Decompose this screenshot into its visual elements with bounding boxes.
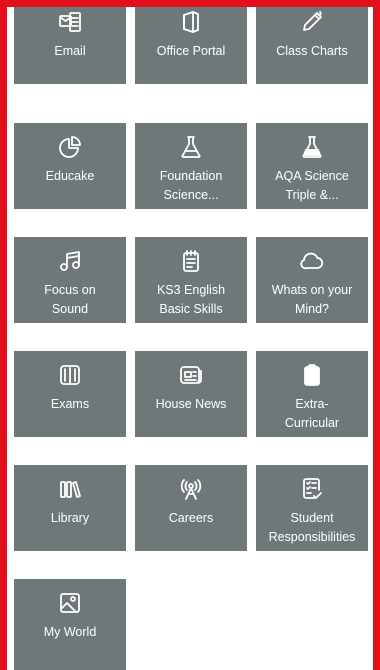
tile-library[interactable]: Library [14, 465, 126, 551]
flask-icon [178, 134, 204, 160]
tile-label: KS3 English Basic Skills [156, 283, 226, 316]
tile-label: Office Portal [156, 44, 226, 58]
checklist-icon [299, 476, 325, 502]
tile-label: Student Responsibilities [268, 511, 356, 544]
office-icon [178, 9, 204, 35]
pen-icon [299, 9, 325, 35]
antenna-icon [178, 476, 204, 502]
email-icon [57, 9, 83, 35]
image-icon [57, 590, 83, 616]
tile-label: Focus on Sound [44, 283, 96, 316]
tile-exams[interactable]: Exams [14, 351, 126, 437]
tile-label: Library [50, 511, 90, 525]
news-icon [178, 362, 204, 388]
tile-label: Educake [45, 169, 95, 183]
tile-whats-on-your-mind[interactable]: Whats on your Mind? [256, 237, 368, 323]
tile-educake[interactable]: Educake [14, 123, 126, 209]
pie-chart-icon [57, 134, 83, 160]
cloud-icon [299, 248, 325, 274]
tile-my-world[interactable]: My World [14, 579, 126, 670]
music-note-icon [57, 248, 83, 274]
tile-label: House News [155, 397, 227, 411]
tile-label: Exams [50, 397, 90, 411]
tile-label: Class Charts [276, 44, 348, 58]
tile-ks3-english[interactable]: KS3 English Basic Skills [135, 237, 247, 323]
tile-label: AQA Science Triple &... [275, 169, 349, 202]
tile-label: Email [54, 44, 86, 58]
tile-label: Careers [168, 511, 214, 525]
tile-office-portal[interactable]: Office Portal [135, 7, 247, 84]
tile-focus-on-sound[interactable]: Focus on Sound [14, 237, 126, 323]
app-launcher-frame: Email Office Portal Class Charts Educake [0, 0, 380, 670]
tile-house-news[interactable]: House News [135, 351, 247, 437]
tile-student-responsibilities[interactable]: Student Responsibilities [256, 465, 368, 551]
tile-class-charts[interactable]: Class Charts [256, 7, 368, 84]
tile-extra-curricular[interactable]: Extra- Curricular [256, 351, 368, 437]
notepad-icon [178, 248, 204, 274]
library-icon [57, 476, 83, 502]
tile-label: Extra- Curricular [284, 397, 340, 430]
tile-grid: Email Office Portal Class Charts Educake [7, 7, 373, 670]
tile-email[interactable]: Email [14, 7, 126, 84]
tile-aqa-science[interactable]: AQA Science Triple &... [256, 123, 368, 209]
tile-label: Foundation Science... [159, 169, 223, 202]
tile-careers[interactable]: Careers [135, 465, 247, 551]
tile-label: Whats on your Mind? [271, 283, 353, 316]
book-icon [57, 362, 83, 388]
tile-foundation-science[interactable]: Foundation Science... [135, 123, 247, 209]
flask-filled-icon [299, 134, 325, 160]
clipboard-icon [299, 362, 325, 388]
tile-label: My World [43, 625, 97, 639]
